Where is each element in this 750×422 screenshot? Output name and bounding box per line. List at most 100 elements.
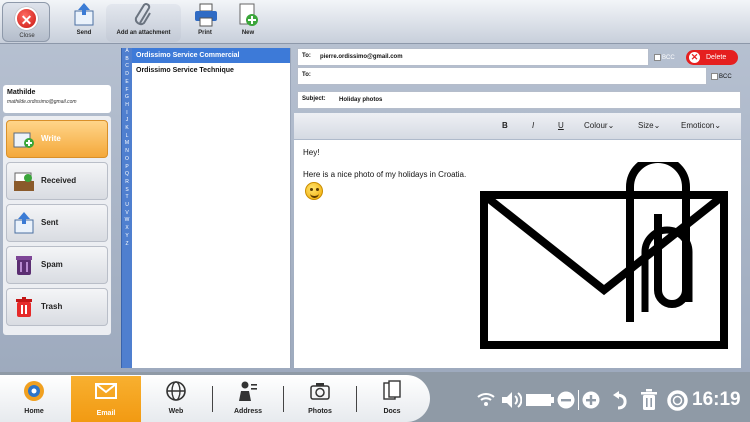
documents-icon	[381, 380, 403, 402]
taskbar-home[interactable]: Home	[4, 378, 64, 420]
user-email: mathilde.ordissimo@gmail.com	[7, 99, 77, 105]
format-toolbar: B I U Colour⌄ Size⌄ Emoticon⌄	[294, 113, 741, 139]
undo-icon[interactable]	[612, 391, 630, 411]
sent-icon	[13, 212, 35, 234]
printer-icon	[194, 3, 217, 27]
taskbar-separator	[283, 386, 284, 412]
bcc-checkbox[interactable]	[654, 54, 661, 61]
status-separator	[578, 390, 579, 410]
alphabet-letter[interactable]: Z	[122, 241, 132, 249]
alphabet-letter[interactable]: G	[122, 94, 132, 102]
clock: 16:19	[692, 389, 741, 410]
alphabet-letter[interactable]: U	[122, 202, 132, 210]
alphabet-letter[interactable]: E	[122, 79, 132, 87]
taskbar-address[interactable]: Address	[218, 378, 278, 420]
camera-icon	[309, 380, 331, 402]
delete-icon: ✕	[689, 52, 700, 63]
add-attachment-button[interactable]: Add an attachment	[106, 3, 181, 41]
help-lifebuoy-icon[interactable]	[667, 390, 688, 411]
alphabet-letter[interactable]: Q	[122, 171, 132, 179]
address-book-icon	[237, 380, 259, 402]
new-label: New	[241, 30, 255, 36]
alphabet-letter[interactable]: V	[122, 210, 132, 218]
taskbar-web[interactable]: Web	[146, 378, 206, 420]
send-icon	[73, 3, 95, 27]
taskbar-address-label: Address	[233, 408, 262, 415]
alphabet-letter[interactable]: R	[122, 179, 132, 187]
message-body[interactable]: Hey! Here is a nice photo of my holidays…	[294, 140, 741, 368]
folder-trash-label: Trash	[41, 302, 63, 311]
alphabet-letter[interactable]: B	[122, 56, 132, 64]
subject-field[interactable]: Subject: Holiday photos	[297, 91, 741, 109]
contact-item[interactable]: Ordissimo Service Commercial	[132, 48, 290, 63]
alphabet-letter[interactable]: F	[122, 87, 132, 95]
contact-list: Ordissimo Service Commercial Ordissimo S…	[132, 48, 291, 368]
alphabet-letter[interactable]: H	[122, 102, 132, 110]
inbox-icon	[13, 170, 35, 192]
taskbar-docs[interactable]: Docs	[362, 378, 422, 420]
folder-sent[interactable]: Sent	[6, 204, 108, 242]
taskbar-photos-label: Photos	[308, 408, 332, 415]
alphabet-letter[interactable]: D	[122, 71, 132, 79]
contact-item[interactable]: Ordissimo Service Technique	[132, 63, 290, 78]
folder-write[interactable]: Write	[6, 120, 108, 158]
taskbar-email[interactable]: Email	[71, 376, 141, 422]
folder-trash[interactable]: Trash	[6, 288, 108, 326]
alphabet-letter[interactable]: A	[122, 48, 132, 56]
alphabet-letter[interactable]: Y	[122, 233, 132, 241]
subject-label: Subject:	[302, 96, 326, 102]
print-label: Print	[198, 30, 212, 36]
bcc-checkbox[interactable]	[711, 73, 718, 80]
send-label: Send	[76, 30, 92, 36]
cc-field[interactable]: To:	[297, 67, 707, 85]
to-field[interactable]: To: pierre.ordissimo@gmail.com	[297, 48, 649, 66]
volume-icon[interactable]	[500, 391, 522, 409]
alphabet-letter[interactable]: P	[122, 164, 132, 172]
taskbar-photos[interactable]: Photos	[290, 378, 350, 420]
close-icon: ✕	[15, 7, 38, 30]
bold-button[interactable]: B	[502, 121, 508, 130]
mail-attachment-icon	[480, 162, 728, 349]
zoom-in-icon[interactable]	[582, 391, 600, 409]
print-button[interactable]: Print	[186, 3, 224, 41]
emoticon-dropdown[interactable]: Emoticon⌄	[681, 121, 721, 130]
spam-icon	[13, 254, 35, 276]
alphabet-letter[interactable]: I	[122, 110, 132, 118]
new-button[interactable]: New	[230, 3, 266, 41]
folder-spam-label: Spam	[41, 260, 63, 269]
alphabet-letter[interactable]: S	[122, 187, 132, 195]
bcc-label: BCC	[662, 55, 675, 62]
alphabet-letter[interactable]: O	[122, 156, 132, 164]
globe-icon	[165, 380, 187, 402]
folder-received[interactable]: Received	[6, 162, 108, 200]
alphabet-letter[interactable]: K	[122, 125, 132, 133]
to-value: pierre.ordissimo@gmail.com	[320, 54, 403, 60]
alphabet-letter[interactable]: T	[122, 194, 132, 202]
alphabet-letter[interactable]: X	[122, 225, 132, 233]
alphabet-letter[interactable]: W	[122, 217, 132, 225]
colour-dropdown[interactable]: Colour⌄	[584, 121, 614, 130]
folder-spam[interactable]: Spam	[6, 246, 108, 284]
body-text-line: Here is a nice photo of my holidays in C…	[303, 170, 467, 179]
delete-button[interactable]: ✕ Delete	[686, 50, 738, 65]
wifi-icon[interactable]	[476, 391, 496, 407]
alphabet-letter[interactable]: L	[122, 133, 132, 141]
size-dropdown[interactable]: Size⌄	[638, 121, 660, 130]
trash-status-icon[interactable]	[640, 389, 658, 411]
send-button[interactable]: Send	[66, 3, 102, 41]
alphabet-letter[interactable]: C	[122, 63, 132, 71]
underline-button[interactable]: U	[558, 121, 564, 130]
bcc-label: BCC	[719, 74, 732, 81]
italic-button[interactable]: I	[532, 121, 534, 130]
alphabet-letter[interactable]: M	[122, 140, 132, 148]
bcc-toggle-2[interactable]: BCC	[711, 73, 732, 80]
alphabet-letter[interactable]: N	[122, 148, 132, 156]
bcc-toggle-1[interactable]: BCC	[654, 54, 675, 61]
taskbar-separator	[212, 386, 213, 412]
close-button[interactable]: ✕ Close	[2, 2, 50, 42]
folder-list: Write Received Sent Spam Trash	[3, 116, 111, 335]
alphabet-letter[interactable]: J	[122, 117, 132, 125]
cc-label: To:	[302, 72, 311, 78]
zoom-out-icon[interactable]	[557, 391, 575, 409]
taskbar-docs-label: Docs	[383, 408, 401, 415]
